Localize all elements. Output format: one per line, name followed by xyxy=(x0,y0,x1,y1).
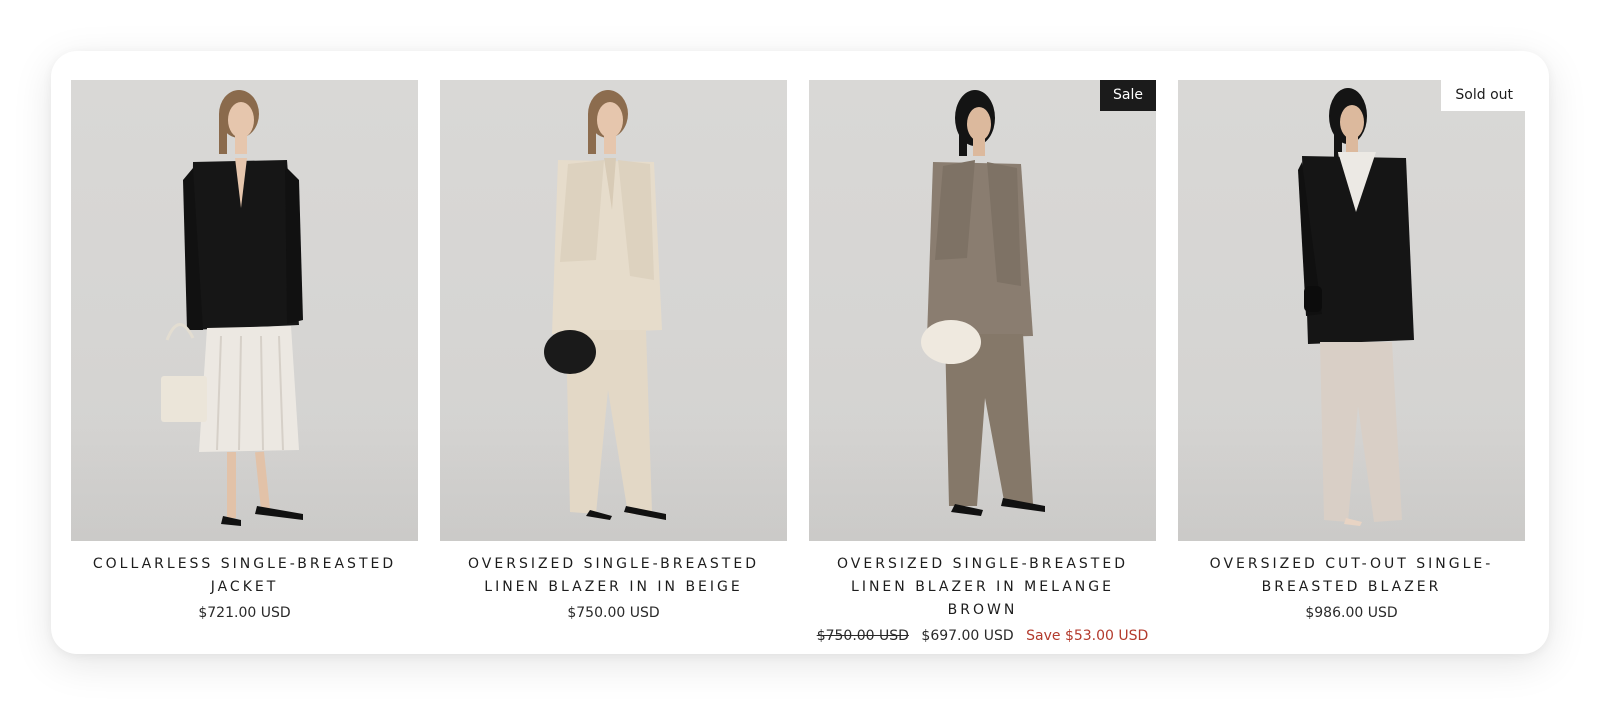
price-current: $750.00 USD xyxy=(567,605,660,621)
product-title[interactable]: OVERSIZED SINGLE-BREASTED LINEN BLAZER I… xyxy=(440,553,787,599)
product-grid-card: COLLARLESS SINGLE-BREASTED JACKET $721.0… xyxy=(51,51,1549,654)
sold-out-badge: Sold out xyxy=(1441,80,1525,111)
product-image[interactable]: Sold out xyxy=(1178,80,1525,541)
product-title[interactable]: OVERSIZED CUT-OUT SINGLE-BREASTED BLAZER xyxy=(1178,553,1525,599)
product-grid: COLLARLESS SINGLE-BREASTED JACKET $721.0… xyxy=(71,80,1525,644)
product-title[interactable]: COLLARLESS SINGLE-BREASTED JACKET xyxy=(71,553,418,599)
product-card[interactable]: COLLARLESS SINGLE-BREASTED JACKET $721.0… xyxy=(71,80,418,644)
product-image[interactable] xyxy=(440,80,787,541)
price-compare-at: $750.00 USD xyxy=(816,628,909,644)
sale-badge: Sale xyxy=(1100,80,1156,111)
price-current: $986.00 USD xyxy=(1305,605,1398,621)
price-current: $721.00 USD xyxy=(198,605,291,621)
product-card[interactable]: Sale OVERSIZED SINGLE-BREASTED LINEN BLA… xyxy=(809,80,1156,644)
price-savings: Save $53.00 USD xyxy=(1026,628,1149,644)
model-figure-illustration xyxy=(544,90,666,520)
model-figure-illustration xyxy=(161,90,303,526)
model-figure-illustration xyxy=(921,90,1045,516)
product-price: $986.00 USD xyxy=(1178,605,1525,621)
model-figure-illustration xyxy=(1298,88,1414,526)
product-price: $750.00 USD $697.00 USD Save $53.00 USD xyxy=(809,628,1156,644)
price-current: $697.00 USD xyxy=(921,628,1014,644)
product-card[interactable]: Sold out OVERSIZED CUT-OUT SINGLE-BREAST… xyxy=(1178,80,1525,644)
product-title[interactable]: OVERSIZED SINGLE-BREASTED LINEN BLAZER I… xyxy=(809,553,1156,622)
product-image[interactable] xyxy=(71,80,418,541)
product-price: $721.00 USD xyxy=(71,605,418,621)
product-image[interactable]: Sale xyxy=(809,80,1156,541)
product-price: $750.00 USD xyxy=(440,605,787,621)
product-card[interactable]: OVERSIZED SINGLE-BREASTED LINEN BLAZER I… xyxy=(440,80,787,644)
